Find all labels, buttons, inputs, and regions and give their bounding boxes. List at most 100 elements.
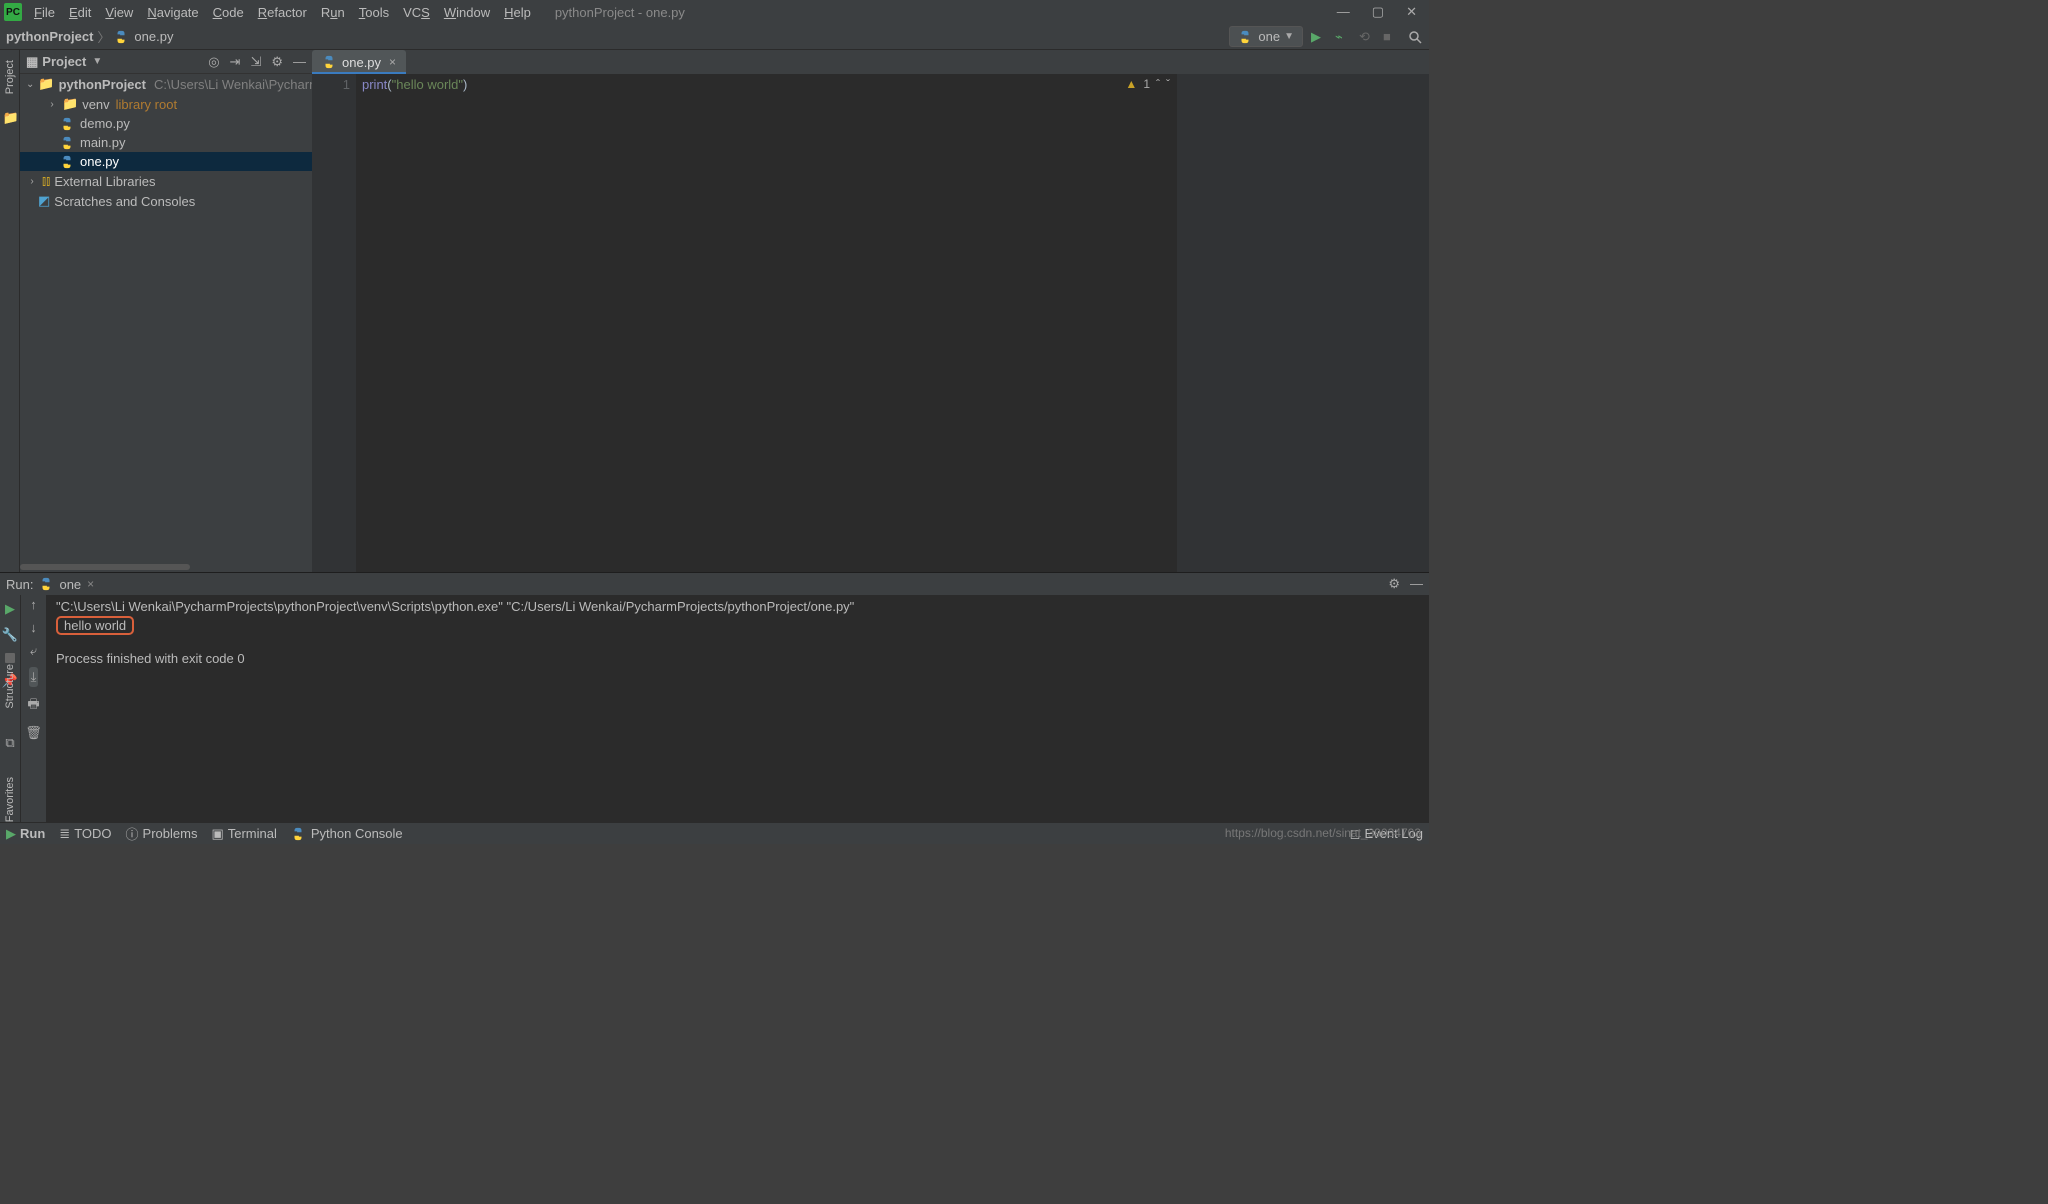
play-icon: ▶ xyxy=(6,826,16,842)
library-icon: ⫾⫾ xyxy=(42,173,50,189)
watermark-text: https://blog.csdn.net/sinat_39034703 xyxy=(1225,826,1421,840)
tree-external[interactable]: › ⫾⫾ External Libraries xyxy=(20,171,312,191)
python-file-icon xyxy=(114,30,128,44)
tree-file[interactable]: demo.py xyxy=(20,114,312,133)
python-file-icon xyxy=(322,55,336,69)
bottom-python-console[interactable]: Python Console xyxy=(291,826,403,841)
scrollbar-thumb[interactable] xyxy=(20,564,190,570)
external-libraries-label: External Libraries xyxy=(54,174,155,189)
file-name: one.py xyxy=(80,154,119,169)
bottom-run[interactable]: ▶Run xyxy=(6,826,45,842)
tree-root[interactable]: ⌄ 📁 pythonProject C:\Users\Li Wenkai\Pyc… xyxy=(20,74,312,94)
editor-area: one.py × 1 print("hello world") ▲ 1 ˆ ˇ xyxy=(312,50,1429,572)
tree-scratches[interactable]: ◩ Scratches and Consoles xyxy=(20,191,312,211)
dropdown-caret-icon: ▼ xyxy=(1284,31,1294,42)
rerun-icon[interactable]: ▶ xyxy=(5,601,15,617)
close-icon[interactable]: ✕ xyxy=(1406,4,1417,20)
project-tree[interactable]: ⌄ 📁 pythonProject C:\Users\Li Wenkai\Pyc… xyxy=(20,74,312,562)
breadcrumb-file[interactable]: one.py xyxy=(134,29,173,44)
run-tab-label: one xyxy=(59,577,81,592)
menu-file[interactable]: File xyxy=(28,3,61,22)
tree-venv[interactable]: › 📁 venv library root xyxy=(20,94,312,114)
soft-wrap-icon[interactable]: ⤶ xyxy=(30,643,37,659)
trash-icon[interactable]: 🗑 xyxy=(25,725,42,741)
navigation-bar: pythonProject 〉 one.py one ▼ ▶ ⌁ ⟲ ■ xyxy=(0,24,1429,50)
menu-code[interactable]: Code xyxy=(207,3,250,22)
project-panel: ▦ Project ▼ ◎ ⇥ ⇲ ⚙ — ⌄ 📁 pythonProject … xyxy=(20,50,312,572)
target-icon[interactable]: ◎ xyxy=(208,54,219,70)
menu-view[interactable]: View xyxy=(99,3,139,22)
editor-minimap[interactable] xyxy=(1176,74,1429,572)
code-token: "hello world" xyxy=(392,77,463,92)
structure-tool-tab[interactable]: Structure xyxy=(4,660,16,713)
bottom-todo[interactable]: ≣TODO xyxy=(59,826,111,842)
wrench-icon[interactable]: 🔧 xyxy=(2,627,18,643)
menu-edit[interactable]: Edit xyxy=(63,3,97,22)
chevron-down-icon[interactable]: ˇ xyxy=(1166,77,1170,91)
run-button-icon[interactable]: ▶ xyxy=(1311,29,1327,45)
gear-icon[interactable]: ⚙ xyxy=(1388,576,1400,592)
run-tool-window: Run: one × ⚙ — ▶ 🔧 📌 ↑ ↓ ⤶ ⤓ 🖶 🗑 "C:\Use… xyxy=(0,572,1429,822)
project-panel-icon: ▦ xyxy=(26,54,38,70)
coverage-icon[interactable]: ⟲ xyxy=(1359,29,1375,45)
up-icon[interactable]: ↑ xyxy=(30,597,37,612)
chevron-up-icon[interactable]: ˆ xyxy=(1156,77,1160,91)
tab-close-icon[interactable]: × xyxy=(389,55,396,69)
search-icon[interactable] xyxy=(1407,29,1423,45)
favorites-tool-tab[interactable]: Favorites xyxy=(4,773,16,826)
scroll-to-end-icon[interactable]: ⤓ xyxy=(29,667,39,687)
horizontal-scrollbar[interactable] xyxy=(20,562,312,572)
code-area[interactable]: print("hello world") ▲ 1 ˆ ˇ xyxy=(356,74,1176,572)
menu-run[interactable]: Run xyxy=(315,3,351,22)
menu-tools[interactable]: Tools xyxy=(353,3,395,22)
stop-icon[interactable]: ■ xyxy=(1383,29,1399,45)
code-token: ) xyxy=(463,77,467,92)
minimize-icon[interactable]: — xyxy=(1337,4,1350,20)
python-file-icon xyxy=(60,155,74,169)
run-console[interactable]: "C:\Users\Li Wenkai\PycharmProjects\pyth… xyxy=(46,595,1429,822)
settings-icon[interactable]: ⚙ xyxy=(271,54,283,70)
folder-icon: 📁 xyxy=(62,96,78,112)
view-mode-caret-icon[interactable]: ▼ xyxy=(92,56,102,67)
debug-button-icon[interactable]: ⌁ xyxy=(1335,29,1351,45)
collapse-icon[interactable]: ⇥ xyxy=(230,54,241,70)
breadcrumb-project[interactable]: pythonProject xyxy=(6,29,93,44)
bottom-problems[interactable]: ⓘProblems xyxy=(126,824,198,843)
maximize-icon[interactable]: ▢ xyxy=(1372,4,1384,20)
expand-arrow-icon[interactable]: ⌄ xyxy=(26,79,34,90)
venv-note: library root xyxy=(116,97,177,112)
project-root-path: C:\Users\Li Wenkai\PycharmProjects\ xyxy=(154,77,312,92)
down-icon[interactable]: ↓ xyxy=(30,620,37,635)
status-bar: ▶Run ≣TODO ⓘProblems ▣Terminal Python Co… xyxy=(0,822,1429,844)
menu-refactor[interactable]: Refactor xyxy=(252,3,313,22)
inspection-badges[interactable]: ▲ 1 ˆ ˇ xyxy=(1125,77,1170,91)
breadcrumb-separator-icon: 〉 xyxy=(97,27,110,46)
bottom-terminal[interactable]: ▣Terminal xyxy=(211,826,276,842)
menu-help[interactable]: Help xyxy=(498,3,537,22)
info-icon: ⓘ xyxy=(126,824,139,843)
code-token: print xyxy=(362,77,387,92)
run-tab[interactable]: one × xyxy=(39,577,94,592)
console-line: Process finished with exit code 0 xyxy=(56,651,1419,666)
tree-file-selected[interactable]: one.py xyxy=(20,152,312,171)
hide-icon[interactable]: — xyxy=(293,54,306,70)
expand-arrow-icon[interactable]: › xyxy=(26,176,38,187)
run-config-selector[interactable]: one ▼ xyxy=(1229,26,1303,47)
menu-window[interactable]: Window xyxy=(438,3,496,22)
menu-vcs[interactable]: VCS xyxy=(397,3,436,22)
line-number: 1 xyxy=(318,77,350,92)
menu-navigate[interactable]: Navigate xyxy=(141,3,204,22)
expand-icon[interactable]: ⇲ xyxy=(250,54,261,70)
tab-close-icon[interactable]: × xyxy=(87,577,94,591)
project-tool-tab[interactable]: Project xyxy=(4,56,16,98)
python-icon xyxy=(1238,30,1252,44)
editor-tab[interactable]: one.py × xyxy=(312,50,406,74)
file-name: main.py xyxy=(80,135,126,150)
hide-icon[interactable]: — xyxy=(1410,576,1423,592)
expand-arrow-icon[interactable]: › xyxy=(46,99,58,110)
title-bar: PC File Edit View Navigate Code Refactor… xyxy=(0,0,1429,24)
editor-body[interactable]: 1 print("hello world") ▲ 1 ˆ ˇ xyxy=(312,74,1429,572)
tree-file[interactable]: main.py xyxy=(20,133,312,152)
print-icon[interactable]: 🖶 xyxy=(27,695,39,717)
pycharm-logo-icon: PC xyxy=(4,3,22,21)
